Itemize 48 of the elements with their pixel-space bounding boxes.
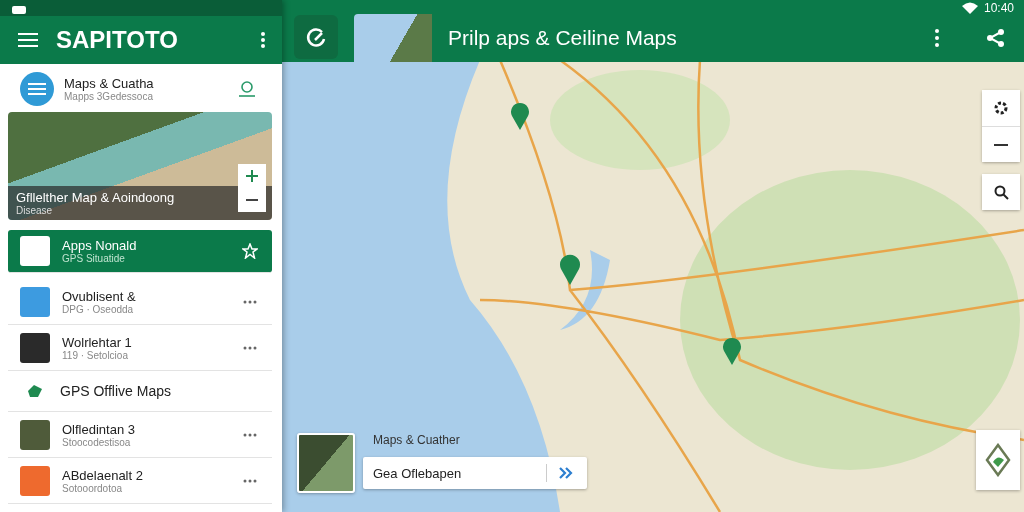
item-title: Apps Nonald [62,238,138,253]
search-button[interactable] [982,174,1020,210]
card-title: Maps & Cuatha [64,76,155,91]
gear-icon [993,100,1009,116]
app-icon [20,236,50,266]
section-heading: GPS Offlive Maps [60,383,171,399]
app-icon [20,419,50,450]
compass-button[interactable] [976,430,1020,490]
app-title: Prilp aps & Ceiline Maps [448,26,678,50]
compass-icon [985,443,1011,477]
item-subtitle: Stoocodestisoa [62,436,132,448]
app-icon [20,332,50,363]
app-title: SAPITOTO [56,26,179,54]
settings-button[interactable] [982,90,1020,126]
logo-icon[interactable] [294,15,338,59]
double-chevron-icon[interactable] [559,467,573,479]
share-icon[interactable] [986,28,1006,48]
list-item[interactable]: Apps Nonald GPS Situatide [8,230,272,273]
item-title: Olfledintan 3 [62,421,136,437]
app-icon [20,286,50,317]
more-icon[interactable] [260,31,266,49]
photo-subcaption: Disease [16,205,54,216]
location-icon[interactable] [238,80,256,98]
item-subtitle: DPG · Oseodda [62,303,135,315]
star-icon[interactable] [242,243,258,259]
status-time: 10:40 [983,1,1014,15]
item-subtitle: 119 · Setolcioa [62,349,129,361]
card-subtitle: Mapps 3Gedessoca [64,91,154,102]
item-subtitle: GPS Situatide [62,253,126,264]
item-title: Ovublisent & [62,288,137,304]
card-label: Maps & Cuather [373,433,461,447]
photo-placeholder [297,433,355,493]
status-icons [12,6,26,14]
menu-icon[interactable] [18,32,38,48]
wifi-icon [961,2,978,14]
item-title: Wolrlehtar 1 [62,334,133,350]
item-subtitle: Sotooordotoa [62,482,124,494]
app-icon [20,465,50,496]
plus-icon [245,169,259,183]
item-title: ABdelaenalt 2 [62,467,144,483]
map-pin-icon [26,383,44,399]
minus-icon [994,142,1008,147]
search-value: Gea Oflebapen [373,465,463,481]
search-icon [993,184,1009,200]
photo-caption: Gfllelther Map & Aoindoong [16,190,176,205]
more-icon[interactable] [934,28,940,48]
menu-avatar-icon [20,72,54,106]
search-field[interactable]: Gea Oflebapen [363,457,587,489]
